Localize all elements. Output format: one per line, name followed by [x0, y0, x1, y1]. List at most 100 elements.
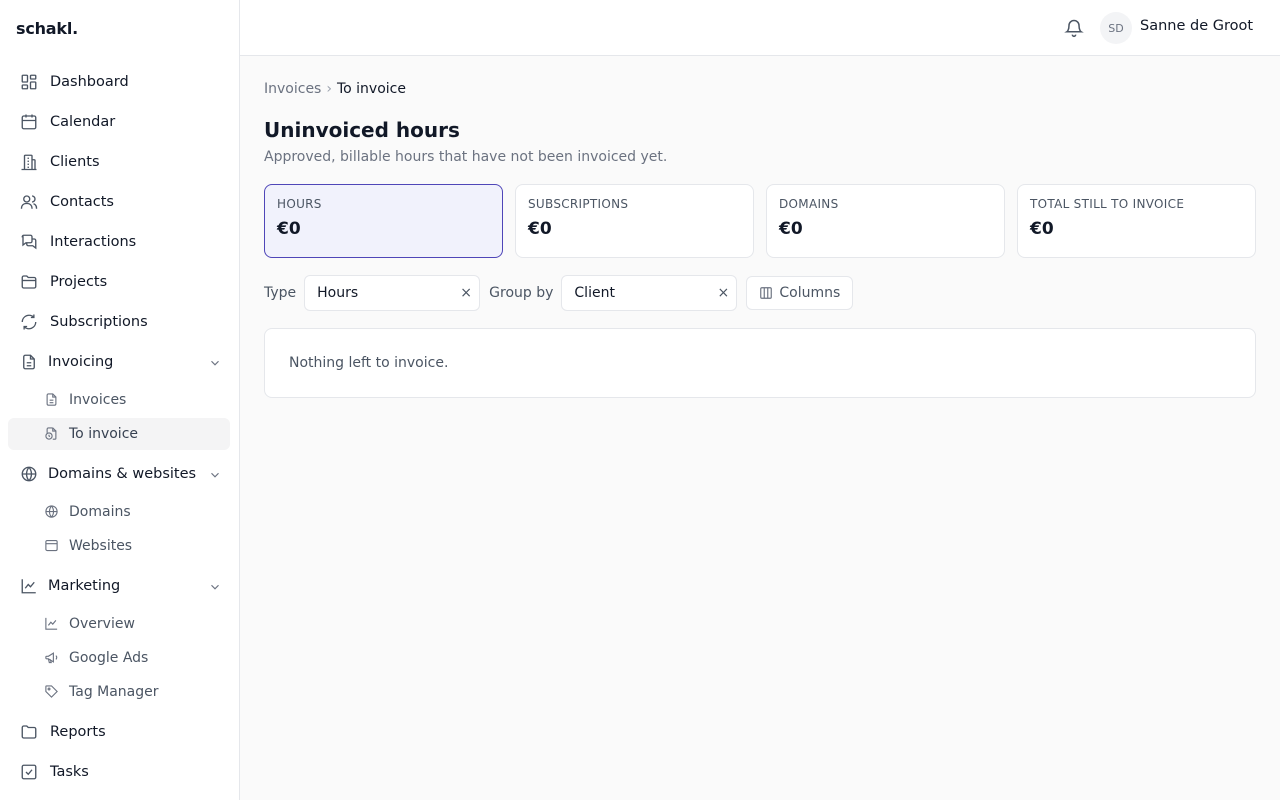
bell-icon[interactable]: [1064, 18, 1084, 38]
sidebar-nav: Dashboard Calendar Clients Contacts Inte…: [0, 56, 239, 792]
breadcrumb-separator: ›: [326, 81, 332, 97]
dashboard-icon: [21, 74, 37, 90]
sidebar-item-label: Websites: [69, 538, 133, 554]
sidebar-item-subscriptions[interactable]: Subscriptions: [0, 302, 239, 342]
sidebar-item-label: Reports: [50, 724, 106, 740]
calendar-icon: [21, 114, 37, 130]
chart-line-icon: [21, 579, 36, 594]
sidebar-item-label: Dashboard: [50, 74, 129, 90]
sidebar-item-google-ads[interactable]: Google Ads: [8, 642, 230, 674]
user-name[interactable]: Sanne de Groot: [1140, 18, 1253, 34]
type-select[interactable]: Hours ×: [304, 275, 481, 311]
sidebar-item-label: Overview: [69, 616, 135, 632]
columns-button-label: Columns: [779, 285, 841, 301]
sidebar-item-tasks[interactable]: Tasks: [0, 752, 239, 792]
group-by-select-value: Client: [574, 285, 615, 301]
chevron-down-icon[interactable]: [208, 356, 222, 370]
type-filter-label: Type: [264, 285, 297, 301]
sidebar-item-dashboard[interactable]: Dashboard: [0, 62, 239, 102]
sidebar-item-calendar[interactable]: Calendar: [0, 102, 239, 142]
clear-icon[interactable]: ×: [459, 286, 473, 300]
columns-icon: [760, 287, 773, 299]
summary-card-total[interactable]: Total still to invoice €0: [1017, 184, 1256, 258]
sidebar-item-label: Calendar: [50, 114, 116, 130]
sidebar-item-label: Clients: [50, 154, 100, 170]
sidebar-group-label: Marketing: [48, 578, 121, 594]
chart-line-icon: [45, 617, 58, 630]
card-value: €0: [528, 219, 552, 239]
sidebar-group-marketing[interactable]: Marketing: [0, 566, 239, 606]
sidebar-item-overview[interactable]: Overview: [8, 608, 230, 640]
page-subtitle: Approved, billable hours that have not b…: [264, 149, 668, 165]
globe-icon: [45, 505, 58, 518]
sidebar-item-label: Subscriptions: [50, 314, 148, 330]
top-bar: SD Sanne de Groot: [240, 0, 1280, 56]
sidebar-item-label: To invoice: [69, 426, 139, 442]
card-value: €0: [779, 219, 803, 239]
avatar[interactable]: SD: [1100, 12, 1132, 44]
type-select-value: Hours: [317, 285, 359, 301]
summary-cards: Hours €0 Subscriptions €0 Domains €0 Tot…: [264, 184, 1256, 258]
summary-card-hours[interactable]: Hours €0: [264, 184, 503, 258]
sidebar-group-label: Invoicing: [48, 354, 114, 370]
app-logo[interactable]: schakl.: [0, 0, 239, 56]
columns-button[interactable]: Columns: [746, 276, 854, 310]
sidebar-group-label: Domains & websites: [48, 466, 197, 482]
summary-card-domains[interactable]: Domains €0: [766, 184, 1005, 258]
sidebar-item-contacts[interactable]: Contacts: [0, 182, 239, 222]
card-label: Subscriptions: [528, 197, 629, 211]
chevron-down-icon[interactable]: [208, 468, 222, 482]
sidebar-item-label: Interactions: [50, 234, 137, 250]
sidebar-item-label: Google Ads: [69, 650, 149, 666]
breadcrumb-current: To invoice: [336, 81, 406, 97]
chat-icon: [21, 234, 37, 250]
sidebar-item-projects[interactable]: Projects: [0, 262, 239, 302]
report-icon: [21, 725, 37, 739]
card-value: €0: [1030, 219, 1054, 239]
empty-state-message: Nothing left to invoice.: [289, 355, 449, 371]
sidebar-group-domains-websites[interactable]: Domains & websites: [0, 454, 239, 494]
summary-card-subscriptions[interactable]: Subscriptions €0: [515, 184, 754, 258]
sidebar-item-label: Projects: [50, 274, 108, 290]
document-icon: [23, 354, 35, 370]
sidebar-item-tag-manager[interactable]: Tag Manager: [8, 676, 230, 708]
empty-state: Nothing left to invoice.: [264, 328, 1256, 398]
domains-submenu: Domains Websites: [0, 496, 239, 562]
refresh-icon: [21, 314, 37, 330]
sidebar: schakl. Dashboard Calendar Clients Conta…: [0, 0, 240, 800]
folder-icon: [21, 275, 37, 289]
sidebar-item-to-invoice[interactable]: To invoice: [8, 418, 230, 450]
sidebar-item-clients[interactable]: Clients: [0, 142, 239, 182]
page-title: Uninvoiced hours: [264, 118, 460, 142]
breadcrumb: Invoices › To invoice: [264, 81, 406, 97]
sidebar-group-invoicing[interactable]: Invoicing: [0, 342, 239, 382]
megaphone-icon: [45, 652, 58, 664]
card-label: Hours: [277, 197, 322, 211]
tag-icon: [45, 685, 58, 698]
group-by-select[interactable]: Client ×: [561, 275, 738, 311]
sidebar-item-invoices[interactable]: Invoices: [8, 384, 230, 416]
card-label: Domains: [779, 197, 839, 211]
checkbox-icon: [21, 764, 37, 780]
clear-icon[interactable]: ×: [716, 286, 730, 300]
sidebar-item-label: Contacts: [50, 194, 114, 210]
sidebar-item-label: Domains: [69, 504, 131, 520]
building-icon: [21, 154, 37, 171]
filter-bar: Type Hours × Group by Client × Columns: [264, 275, 854, 311]
sidebar-item-websites[interactable]: Websites: [8, 530, 230, 562]
sidebar-item-domains[interactable]: Domains: [8, 496, 230, 528]
users-icon: [20, 195, 38, 209]
browser-icon: [45, 539, 58, 552]
invoicing-submenu: Invoices To invoice: [0, 384, 239, 450]
chevron-down-icon[interactable]: [208, 580, 222, 594]
breadcrumb-parent-link[interactable]: Invoices: [264, 81, 321, 97]
sidebar-item-label: Tag Manager: [69, 684, 159, 700]
file-icon: [46, 393, 57, 406]
globe-icon: [21, 466, 37, 482]
card-label: Total still to invoice: [1030, 197, 1185, 211]
marketing-submenu: Overview Google Ads Tag Manager: [0, 608, 239, 708]
group-by-label: Group by: [489, 285, 554, 301]
sidebar-item-label: Invoices: [69, 392, 127, 408]
sidebar-item-reports[interactable]: Reports: [0, 712, 239, 752]
sidebar-item-interactions[interactable]: Interactions: [0, 222, 239, 262]
